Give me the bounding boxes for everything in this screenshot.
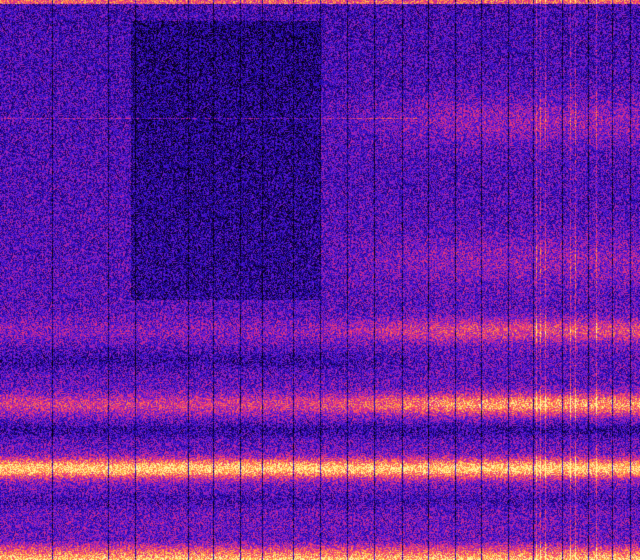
spectrogram-view: [0, 0, 640, 560]
spectrogram-image: [0, 0, 640, 560]
